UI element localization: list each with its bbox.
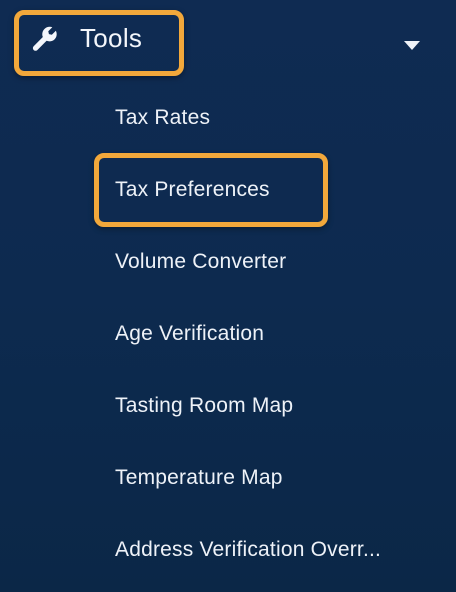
menu-item-address-verification-overrides[interactable]: Address Verification Overr... bbox=[115, 535, 433, 565]
menu-item-volume-converter[interactable]: Volume Converter bbox=[115, 247, 286, 277]
menu-item-tasting-room-map[interactable]: Tasting Room Map bbox=[115, 391, 293, 421]
menu-item-tax-rates[interactable]: Tax Rates bbox=[115, 103, 210, 133]
tools-nav-section: Tools Tax Rates Tax Preferences Volume C… bbox=[0, 0, 456, 592]
menu-item-age-verification[interactable]: Age Verification bbox=[115, 319, 264, 349]
menu-item-tax-preferences[interactable]: Tax Preferences bbox=[115, 175, 270, 205]
menu-item-temperature-map[interactable]: Temperature Map bbox=[115, 463, 283, 493]
tools-menu-list: Tax Rates Tax Preferences Volume Convert… bbox=[0, 0, 456, 592]
